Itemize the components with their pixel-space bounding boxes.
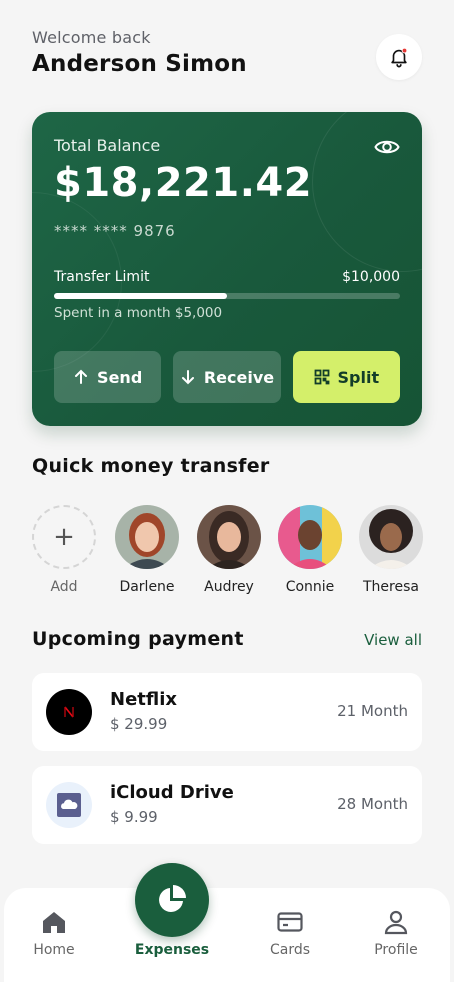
plus-icon: + xyxy=(32,505,96,569)
contact-item[interactable]: Darlene xyxy=(115,505,179,595)
greeting-text: Welcome back xyxy=(32,28,151,47)
arrow-down-icon xyxy=(181,370,194,385)
transfer-limit-progress xyxy=(54,293,400,299)
avatar xyxy=(197,505,261,569)
card-decoration xyxy=(312,112,422,272)
card-actions: Send Receive Split xyxy=(54,351,400,403)
payment-item[interactable]: Netflix $ 29.99 21 Month xyxy=(32,673,422,751)
payment-item[interactable]: iCloud Drive $ 9.99 28 Month xyxy=(32,766,422,844)
add-label: Add xyxy=(50,579,78,595)
split-label: Split xyxy=(337,367,380,387)
nav-expenses-button[interactable] xyxy=(135,863,209,937)
contact-item[interactable]: Connie xyxy=(278,505,342,595)
bottom-navigation: Home Cards Profile xyxy=(4,888,450,982)
nav-profile[interactable]: Profile xyxy=(356,908,436,958)
avatar xyxy=(115,505,179,569)
contacts-row: + Add Darlene Audrey Connie Theresa xyxy=(32,505,454,600)
qr-code-icon xyxy=(314,369,329,385)
contact-name: Darlene xyxy=(119,579,175,595)
credit-card-icon xyxy=(277,912,303,932)
receive-button[interactable]: Receive xyxy=(173,351,281,403)
quick-transfer-title: Quick money transfer xyxy=(32,455,270,477)
home-icon xyxy=(43,912,65,933)
avatar xyxy=(359,505,423,569)
icloud-logo-icon xyxy=(46,782,92,828)
pie-chart-icon xyxy=(159,885,186,912)
contact-item[interactable]: Theresa xyxy=(359,505,423,595)
nav-home[interactable]: Home xyxy=(14,908,94,958)
notification-button[interactable] xyxy=(376,34,422,80)
receive-label: Receive xyxy=(203,367,275,387)
nav-expenses-label: Expenses xyxy=(134,942,210,958)
arrow-up-icon xyxy=(75,369,88,384)
payment-name: Netflix xyxy=(110,689,177,710)
payment-price: $ 29.99 xyxy=(110,715,168,733)
balance-card: Total Balance $18,221.42 **** **** 9876 … xyxy=(32,112,422,426)
spent-text: Spent in a month $5,000 xyxy=(54,305,223,321)
nav-cards-label: Cards xyxy=(269,942,311,958)
avatar xyxy=(278,505,342,569)
contact-item[interactable]: Audrey xyxy=(197,505,261,595)
bell-icon xyxy=(391,47,408,68)
eye-icon[interactable] xyxy=(374,136,400,158)
view-all-link[interactable]: View all xyxy=(364,631,422,649)
contact-name: Audrey xyxy=(204,579,254,595)
transfer-limit-label: Transfer Limit xyxy=(54,269,150,285)
payment-name: iCloud Drive xyxy=(110,782,234,803)
transfer-limit-value: $10,000 xyxy=(342,269,400,285)
transfer-limit-progress-fill xyxy=(54,293,227,299)
send-label: Send xyxy=(97,367,143,387)
contact-name: Connie xyxy=(285,579,335,595)
balance-amount: $18,221.42 xyxy=(54,160,313,206)
split-button[interactable]: Split xyxy=(292,351,400,403)
payment-term: 21 Month xyxy=(337,702,408,720)
user-icon xyxy=(384,910,408,935)
send-button[interactable]: Send xyxy=(54,351,162,403)
add-contact[interactable]: + Add xyxy=(32,505,96,595)
contact-name: Theresa xyxy=(363,579,419,595)
user-name: Anderson Simon xyxy=(32,51,247,77)
upcoming-payment-title: Upcoming payment xyxy=(32,628,244,650)
card-number: **** **** 9876 xyxy=(54,222,176,240)
nav-home-label: Home xyxy=(33,942,75,958)
payment-price: $ 9.99 xyxy=(110,808,158,826)
balance-label: Total Balance xyxy=(54,136,161,155)
nav-cards[interactable]: Cards xyxy=(250,908,330,958)
header: Welcome back Anderson Simon xyxy=(32,28,422,84)
netflix-logo-icon xyxy=(46,689,92,735)
nav-profile-label: Profile xyxy=(374,942,418,958)
payment-term: 28 Month xyxy=(337,795,408,813)
